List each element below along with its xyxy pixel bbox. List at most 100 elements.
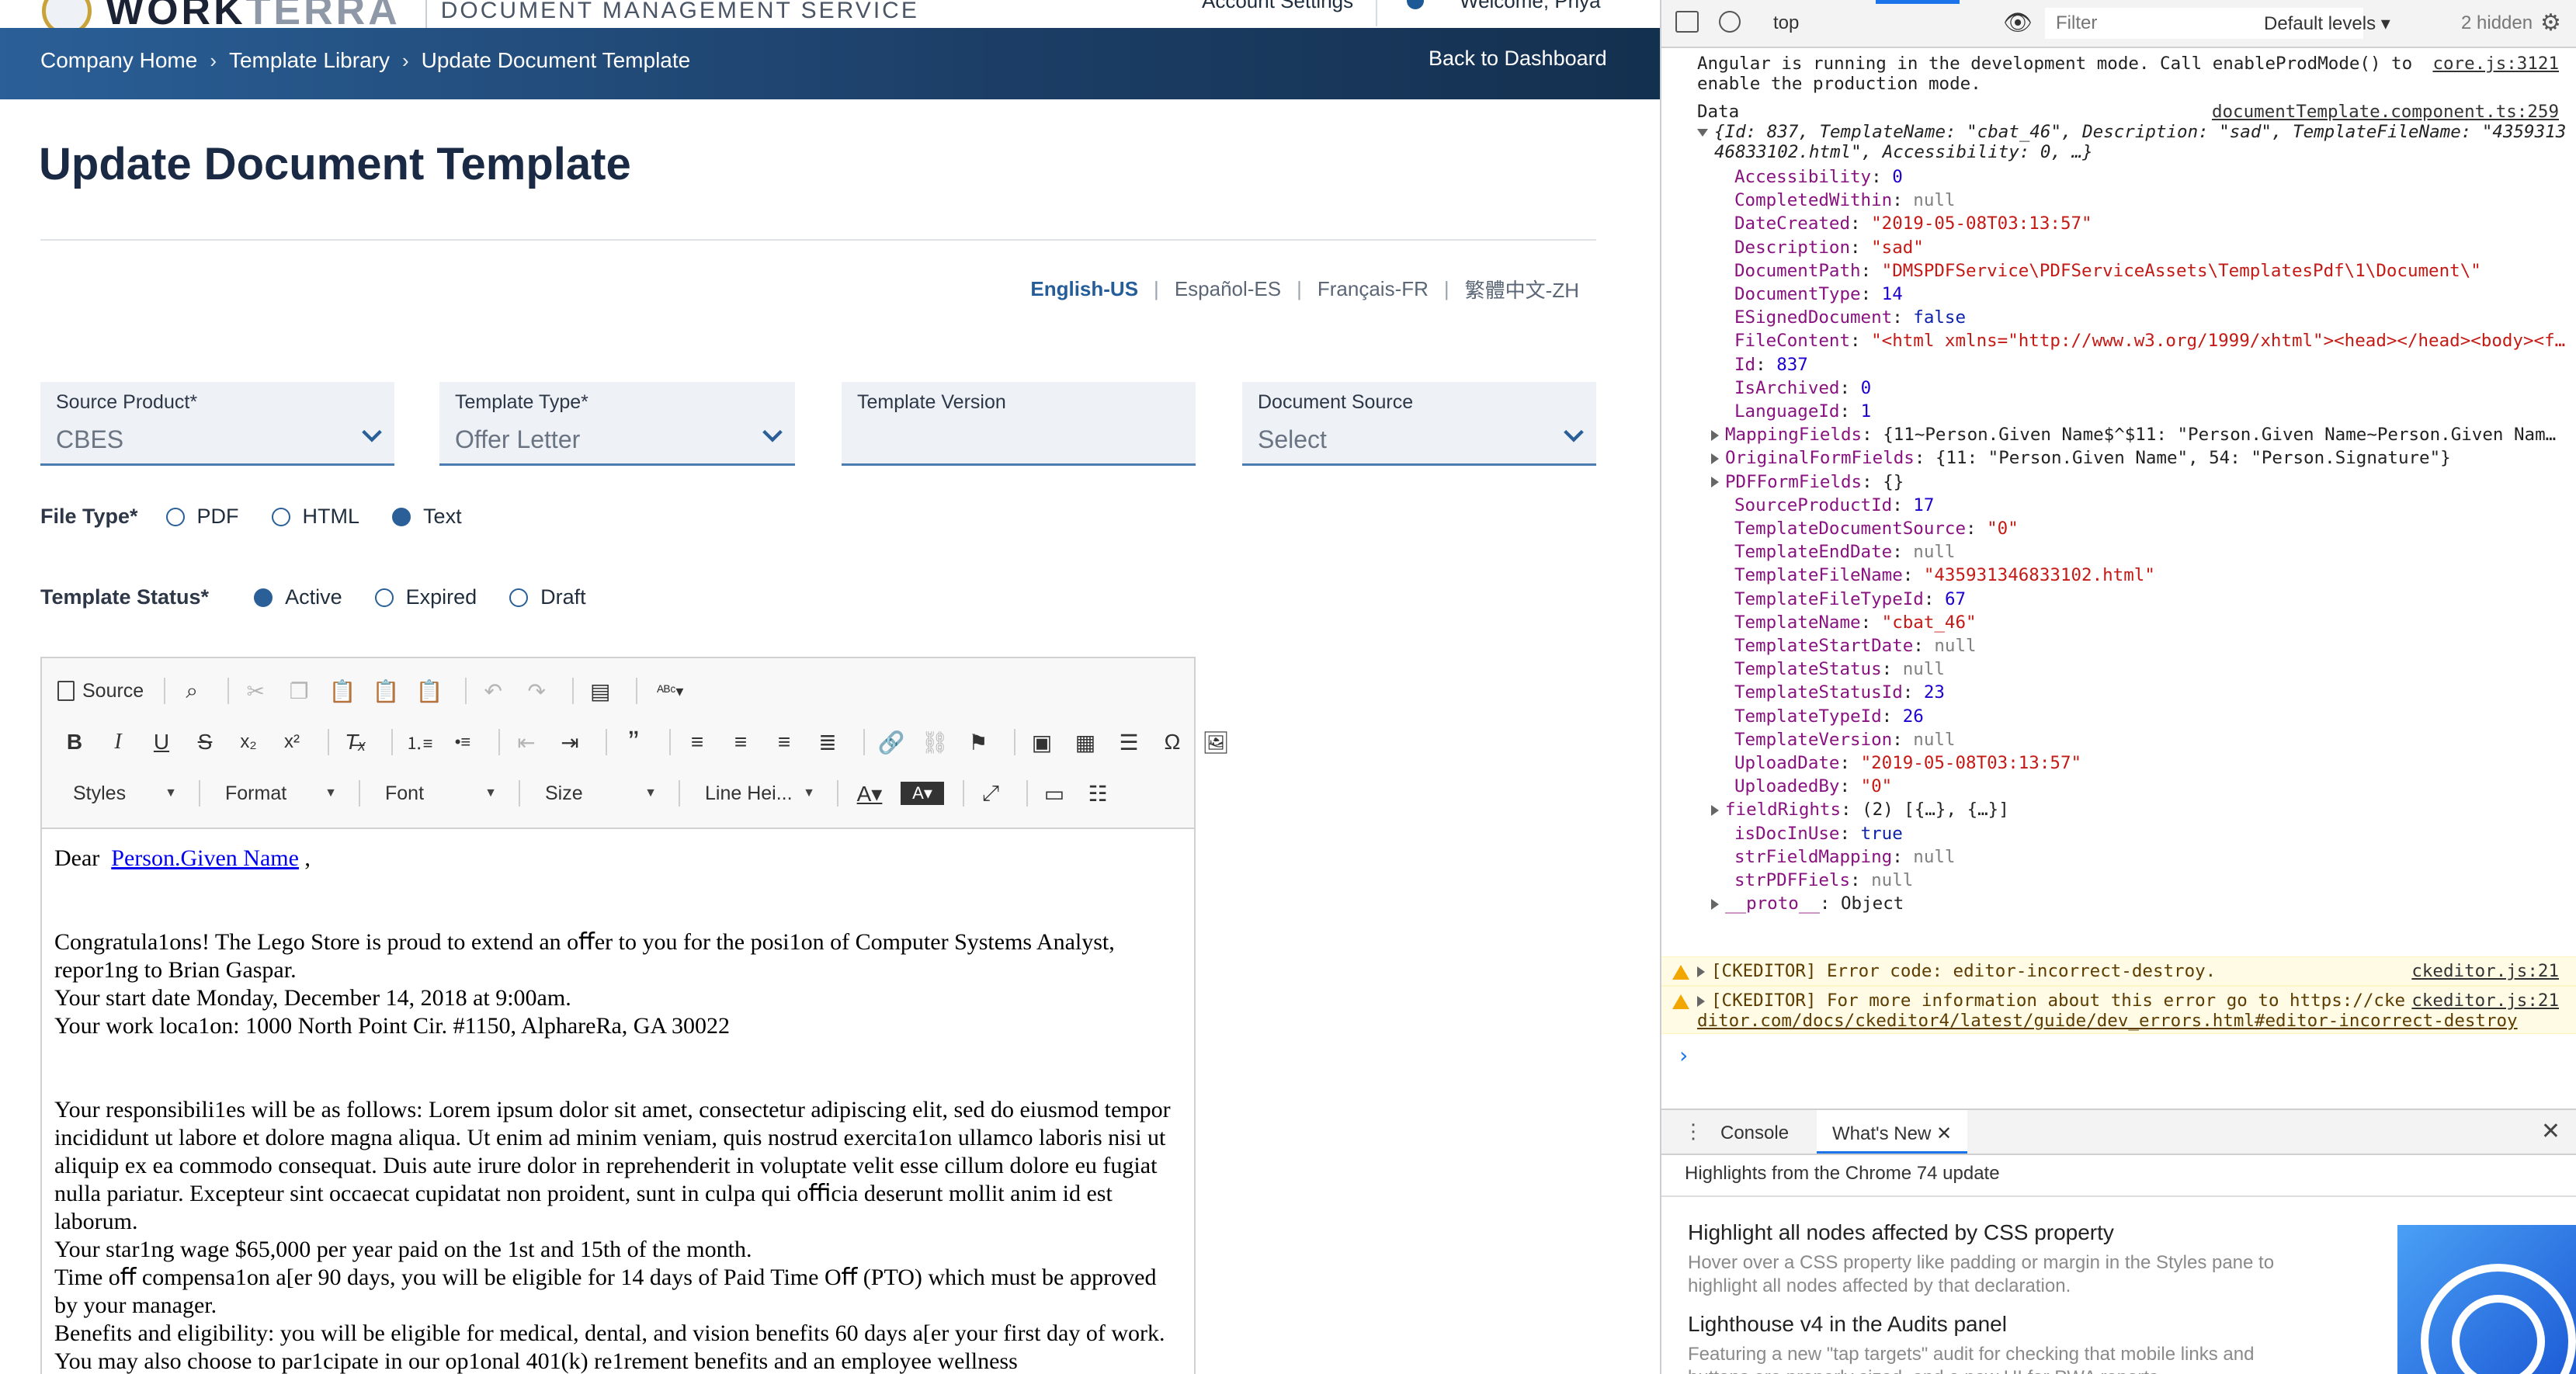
preview-icon[interactable]: ⌕ (175, 674, 209, 708)
sidebar-toggle-icon[interactable] (1675, 11, 1699, 33)
whats-new-item-title-2[interactable]: Lighthouse v4 in the Audits panel (1688, 1312, 2007, 1337)
font-combo[interactable]: Font ▼ (370, 776, 509, 810)
maximize-icon[interactable]: ⤢ (974, 776, 1008, 810)
anchor-flag-icon[interactable]: ⚑ (961, 725, 995, 759)
log-levels-select[interactable]: Default levels ▾ (2264, 12, 2390, 35)
lang-en-us[interactable]: English-US (1030, 277, 1138, 301)
subscript-icon[interactable]: x₂ (231, 725, 266, 759)
para-congratulations: Congratula1ons! The Lego Store is proud … (54, 929, 1115, 983)
ckeditor-src-link-2[interactable]: ckeditor.js:21 (2411, 988, 2559, 1013)
file-type-html-radio[interactable]: HTML (271, 505, 359, 529)
whats-new-item-title-1[interactable]: Highlight all nodes affected by CSS prop… (1688, 1220, 2114, 1245)
file-type-pdf-radio[interactable]: PDF (165, 505, 239, 529)
breadcrumb-company-home[interactable]: Company Home (40, 48, 197, 73)
breadcrumb-template-library[interactable]: Template Library (229, 48, 390, 73)
image-icon[interactable]: 🖼 (1199, 725, 1233, 759)
breadcrumb-bar: Company Home › Template Library › Update… (0, 28, 1660, 99)
chevron-right-icon: › (401, 48, 409, 72)
clear-console-icon[interactable] (1719, 11, 1741, 33)
link-icon[interactable]: 🔗 (874, 725, 908, 759)
line-height-combo[interactable]: Line Hei... ▼ (689, 776, 828, 810)
gear-icon[interactable]: ⚙ (2540, 9, 2561, 36)
warning-icon (1672, 965, 1689, 980)
bulleted-list-icon[interactable]: •≡ (446, 725, 480, 759)
ckeditor-src-link-1[interactable]: ckeditor.js:21 (2411, 959, 2559, 984)
object-property-row[interactable]: fieldRights: (2) [{…}, {…}] (1711, 797, 2009, 822)
outdent-icon[interactable]: ⇤ (509, 725, 543, 759)
status-active-radio[interactable]: Active (254, 585, 342, 609)
unlink-icon[interactable]: ⛓ (918, 725, 952, 759)
drawer-tab-console[interactable]: Console (1720, 1122, 1789, 1144)
paste-word-icon[interactable]: 📋 (412, 674, 446, 708)
drawer-tab-whats-new[interactable]: What's New ✕ (1817, 1110, 1968, 1154)
blockquote-icon[interactable]: ” (616, 725, 651, 759)
bold-icon[interactable]: B (57, 725, 92, 759)
app-window: WORKTERRA DOCUMENT MANAGEMENT SERVICE Ac… (0, 0, 1660, 1374)
lang-fr-fr[interactable]: Français-FR (1318, 277, 1429, 301)
align-right-icon[interactable]: ≡ (767, 725, 801, 759)
console-output[interactable]: Angular is running in the development mo… (1661, 48, 2576, 1109)
show-blocks-icon[interactable]: ▭ (1037, 776, 1071, 810)
close-tab-icon[interactable]: ✕ (1936, 1123, 1952, 1144)
more-menu-icon[interactable]: ⋮ (1683, 1119, 1703, 1143)
strikethrough-icon[interactable]: S (188, 725, 222, 759)
back-to-dashboard-link[interactable]: Back to Dashboard (1429, 47, 1607, 71)
close-drawer-icon[interactable]: ✕ (2541, 1118, 2560, 1145)
object-property-row: DocumentType: 14 (1734, 284, 1903, 304)
status-draft-radio[interactable]: Draft (509, 585, 586, 609)
underline-icon[interactable]: U (144, 725, 179, 759)
indent-icon[interactable]: ⇥ (553, 725, 587, 759)
superscript-icon[interactable]: x² (275, 725, 309, 759)
align-left-icon[interactable]: ≡ (680, 725, 714, 759)
source-product-select[interactable]: Source Product* CBES (40, 382, 394, 466)
list-style-icon[interactable]: ☷ (1081, 776, 1115, 810)
bg-color-icon[interactable]: A▾ (901, 782, 944, 805)
find-replace-icon[interactable]: ▤ (583, 674, 617, 708)
align-center-icon[interactable]: ≡ (724, 725, 758, 759)
special-char-icon[interactable]: Ω (1155, 725, 1189, 759)
copy-icon[interactable]: ❐ (282, 674, 316, 708)
account-settings-link[interactable]: Account Settings (1202, 0, 1353, 13)
redo-icon[interactable]: ↷ (519, 674, 554, 708)
table-icon[interactable]: ▦ (1068, 725, 1102, 759)
size-combo[interactable]: Size ▼ (529, 776, 669, 810)
spellcheck-icon[interactable]: ᴬᴮᶜ▾ (647, 674, 693, 708)
undo-icon[interactable]: ↶ (476, 674, 510, 708)
status-expired-radio[interactable]: Expired (374, 585, 477, 609)
greeting-line: Dear Person.Given Name , (54, 845, 311, 871)
person-given-name-link[interactable]: Person.Given Name (111, 845, 299, 871)
object-property-row: DocumentPath: "DMSPDFService\PDFServiceA… (1734, 260, 2481, 281)
paste-icon[interactable]: 📋 (325, 674, 359, 708)
template-type-select[interactable]: Template Type* Offer Letter (439, 382, 795, 466)
file-type-text-radio[interactable]: Text (392, 505, 462, 529)
styles-combo[interactable]: Styles ▼ (57, 776, 189, 810)
welcome-user[interactable]: Welcome, Priya (1460, 0, 1601, 13)
object-property-row[interactable]: PDFFormFields: {} (1711, 470, 1904, 494)
lang-es-es[interactable]: Español-ES (1175, 277, 1281, 301)
angular-src-link[interactable]: core.js:3121 (2432, 51, 2559, 76)
lang-zh[interactable]: 繁體中文-ZH (1465, 275, 1579, 304)
remove-format-icon[interactable]: T̶ₓ (338, 725, 373, 759)
object-property-row: IsArchived: 0 (1734, 377, 1872, 398)
object-property-row[interactable]: __proto__: Object (1711, 891, 1904, 916)
numbered-list-icon[interactable]: ⒈≡ (402, 725, 436, 759)
image-button-icon[interactable]: ▣ (1025, 725, 1059, 759)
justify-icon[interactable]: ≣ (811, 725, 845, 759)
template-version-field[interactable]: Template Version (842, 382, 1196, 466)
paste-text-icon[interactable]: 📋 (369, 674, 403, 708)
editor-content[interactable]: Dear Person.Given Name , Congratula1ons!… (54, 845, 1182, 1374)
console-prompt[interactable]: › (1677, 1043, 1690, 1068)
italic-icon[interactable]: I (101, 725, 135, 759)
format-combo[interactable]: Format ▼ (210, 776, 349, 810)
object-property-row[interactable]: MappingFields: {11~Person.Given Name$^$1… (1711, 422, 2556, 447)
expand-triangle-icon (1711, 898, 1719, 910)
cut-icon[interactable]: ✂ (238, 674, 273, 708)
source-product-label: Source Product* (56, 391, 198, 413)
eye-icon[interactable]: 👁 (2003, 9, 2033, 36)
source-button[interactable]: Source (57, 680, 144, 703)
horizontal-line-icon[interactable]: ☰ (1112, 725, 1146, 759)
document-source-select[interactable]: Document Source Select (1242, 382, 1596, 466)
object-property-row[interactable]: OriginalFormFields: {11: "Person.Given N… (1711, 446, 2451, 470)
text-color-icon[interactable]: A▾ (848, 776, 891, 810)
warning-text-2b[interactable]: ditor.com/docs/ckeditor4/latest/guide/de… (1697, 1008, 2518, 1033)
